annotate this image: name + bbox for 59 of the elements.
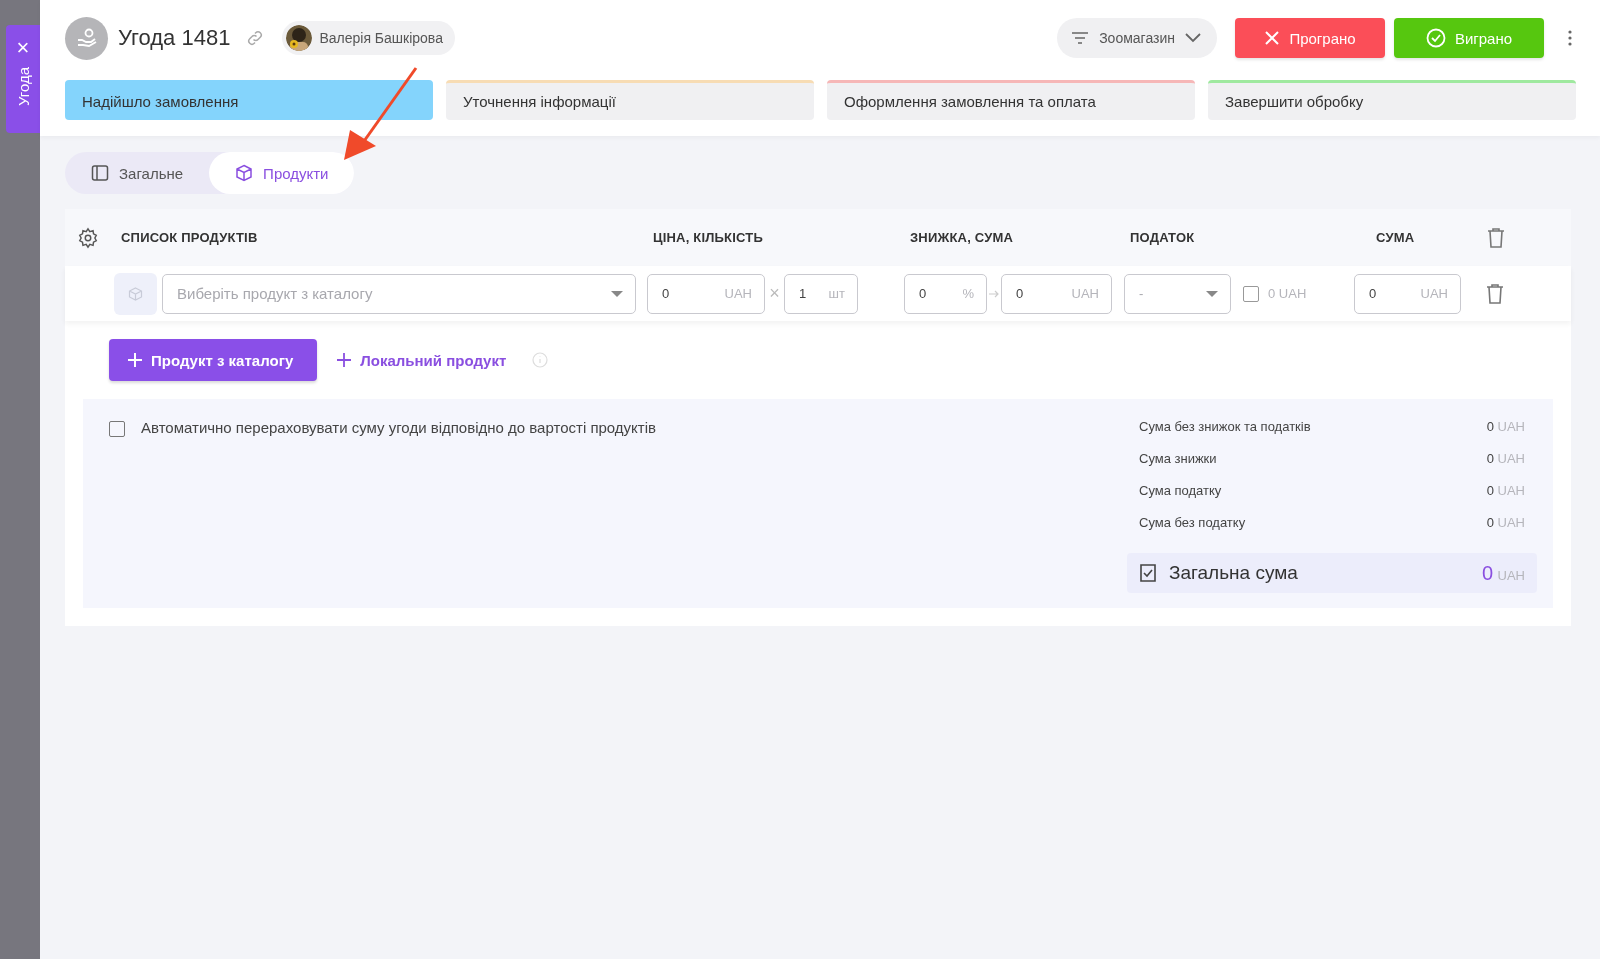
- tab[interactable]: Продукти: [209, 152, 355, 194]
- side-tab-label: Угода: [14, 67, 32, 107]
- caret-icon: [1206, 290, 1218, 297]
- summary-value: 0 UAH: [1486, 451, 1525, 468]
- price-field[interactable]: 0 UAH: [647, 273, 765, 314]
- summary-label: Сума знижки: [1139, 451, 1217, 468]
- user-name: Валерія Башкірова: [319, 30, 443, 46]
- close-button[interactable]: ×: [16, 37, 30, 59]
- times-sign: ×: [768, 283, 781, 304]
- stage-tab[interactable]: Оформлення замовлення та оплата: [827, 80, 1195, 120]
- total-label: Загальна сума: [1169, 562, 1299, 584]
- link-icon[interactable]: [246, 29, 265, 47]
- user-chip[interactable]: Валерія Башкірова: [282, 21, 455, 55]
- deal-title: Угода 1481: [118, 25, 231, 51]
- total-value: 0 UAH: [1481, 561, 1525, 585]
- sidebar-panel-icon: [91, 164, 109, 182]
- column-header: СУМА: [1376, 230, 1416, 245]
- stage-tab[interactable]: Надійшло замовлення: [65, 80, 433, 120]
- summary-label: Сума без податку: [1139, 515, 1246, 532]
- auto-recalc-checkbox[interactable]: [109, 421, 125, 437]
- receipt-icon: [1139, 563, 1157, 583]
- deal-icon: [65, 16, 108, 60]
- tab[interactable]: Загальне: [65, 152, 210, 194]
- column-header: СПИСОК ПРОДУКТІВ: [121, 230, 259, 245]
- plus-icon: [128, 353, 142, 367]
- trash-icon[interactable]: [1486, 226, 1506, 249]
- side-tab[interactable]: × Угода: [6, 25, 40, 133]
- summary-label: Сума без знижок та податків: [1139, 419, 1311, 436]
- check-circle-icon: [1425, 28, 1446, 48]
- column-header: ПОДАТОК: [1130, 230, 1196, 245]
- stage-tab[interactable]: Уточнення інформації: [446, 80, 814, 120]
- discount-field[interactable]: 0 %: [904, 273, 987, 314]
- auto-recalc-label: Автоматично перераховувати суму угоди відповідно до вартості продуктів: [141, 419, 656, 436]
- close-icon: [1264, 30, 1281, 46]
- quantity-field[interactable]: 1 шт: [784, 273, 858, 314]
- product-image-icon: [114, 272, 157, 315]
- add-local-product-button[interactable]: Локальний продукт: [337, 351, 507, 369]
- summary-value: 0 UAH: [1486, 419, 1525, 436]
- cube-icon: [235, 164, 254, 182]
- filter-icon: [1071, 31, 1090, 45]
- settings-icon[interactable]: [77, 226, 99, 249]
- column-header: ЦІНА, КІЛЬКІСТЬ: [653, 230, 764, 245]
- more-icon[interactable]: [1568, 30, 1572, 46]
- summary-value: 0 UAH: [1486, 483, 1525, 500]
- pipeline-select[interactable]: Зоомагазин: [1057, 18, 1217, 58]
- plus-icon: [337, 353, 352, 367]
- add-catalog-product-button[interactable]: Продукт з каталогу: [109, 339, 318, 381]
- trash-icon[interactable]: [1485, 282, 1505, 305]
- tax-checkbox[interactable]: [1243, 285, 1259, 302]
- discount-sum-field[interactable]: 0 UAH: [1001, 273, 1112, 314]
- tax-amount: 0 UAH: [1268, 286, 1308, 301]
- arrow-icon: [989, 289, 999, 298]
- column-header: ЗНИЖКА, СУМА: [910, 230, 1015, 245]
- summary-value: 0 UAH: [1486, 515, 1525, 532]
- sum-field[interactable]: 0 UAH: [1354, 273, 1461, 314]
- summary-label: Сума податку: [1139, 483, 1222, 500]
- stage-tab[interactable]: Завершити обробку: [1208, 80, 1576, 120]
- caret-icon: [611, 290, 623, 297]
- chevron-icon: [1185, 33, 1201, 43]
